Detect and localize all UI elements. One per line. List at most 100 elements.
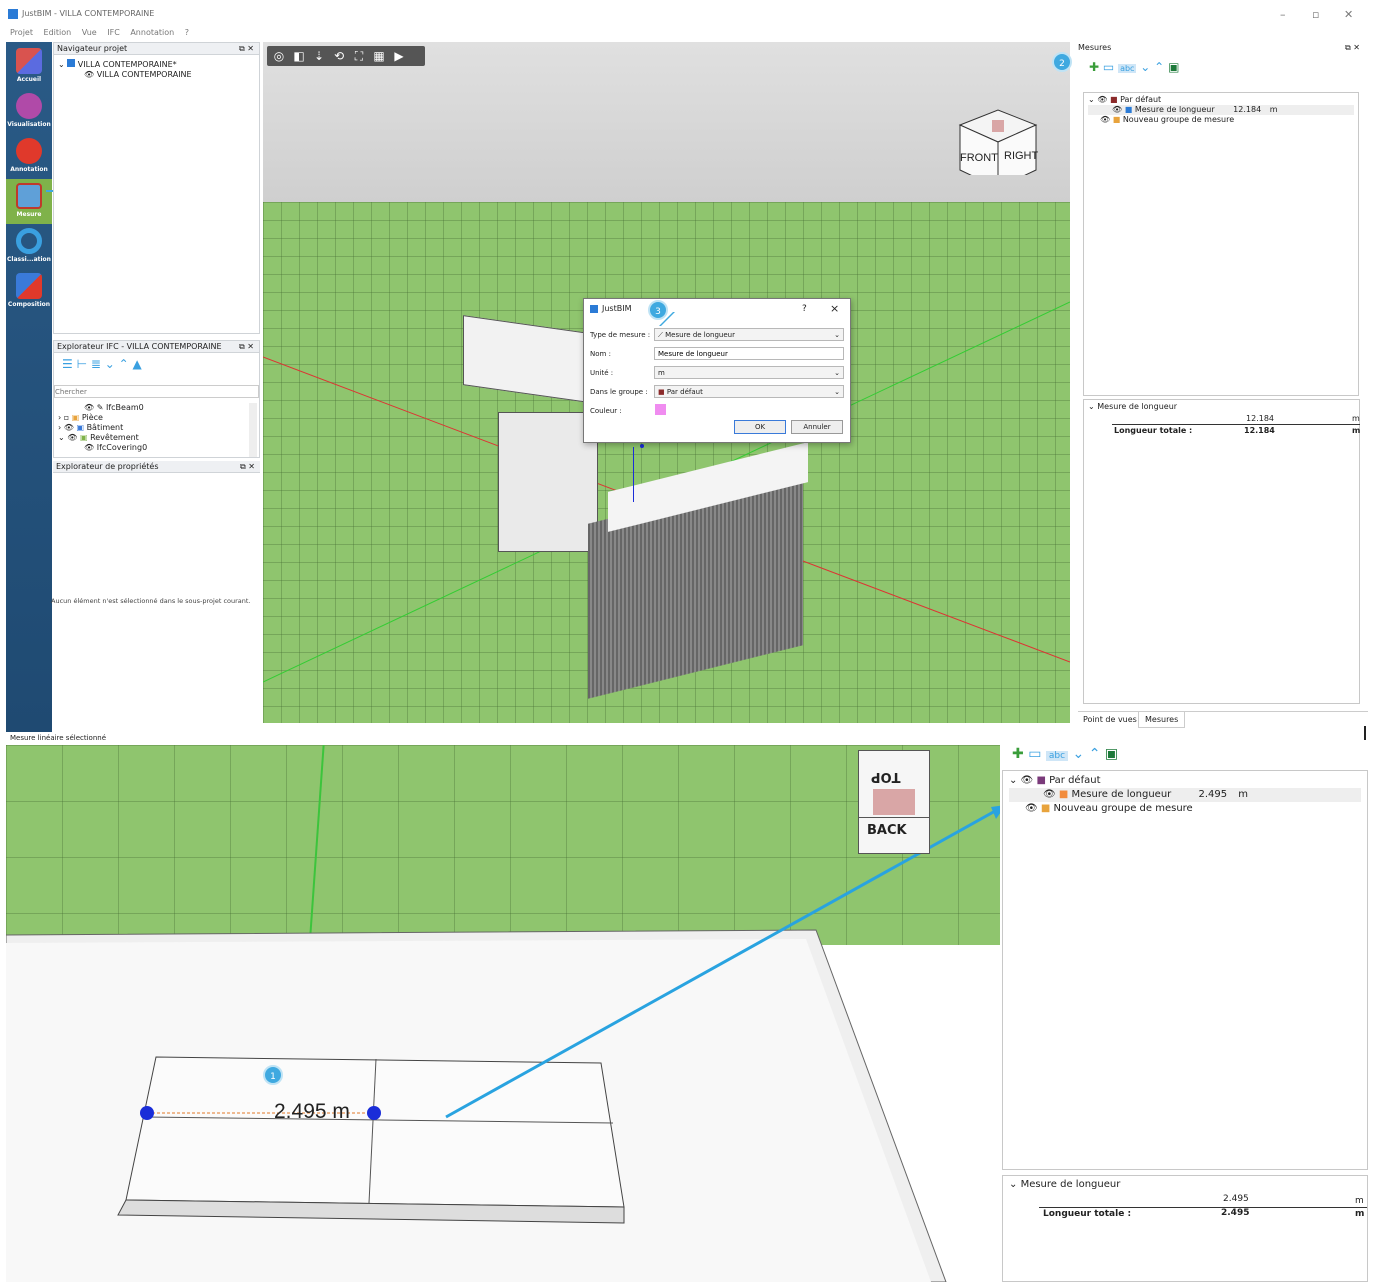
restore-icon[interactable]: ▫ xyxy=(1312,8,1319,21)
label-toggle-icon[interactable]: abc xyxy=(1118,64,1137,73)
cancel-button[interactable]: Annuler xyxy=(791,420,843,434)
ifc-search-input[interactable] xyxy=(54,385,259,398)
left-ribbon: Accueil Visualisation Annotation Mesure … xyxy=(6,42,52,732)
tree-item-group-default[interactable]: ⌄ 👁 ■ Par défaut xyxy=(1009,774,1361,788)
ribbon-annotation[interactable]: Annotation xyxy=(6,134,52,179)
panel-close-icon[interactable]: ⧉ ✕ xyxy=(240,461,255,473)
fit-icon[interactable]: ⛶ xyxy=(351,48,367,64)
tree-item[interactable]: ⌄ 👁 ▣ Revêtement xyxy=(58,433,248,443)
tree-item-group-default[interactable]: ⌄ 👁 ■ Par défaut xyxy=(1088,95,1354,105)
ribbon-label: Classi...ation xyxy=(7,256,51,263)
collapse-all-icon[interactable]: ⌃ xyxy=(1089,746,1101,762)
scrollbar[interactable] xyxy=(249,403,257,457)
measure-dialog: JustBIM ? × Type de mesure : ⟋ Mesure de… xyxy=(583,298,851,443)
total-value: 2.495 xyxy=(1221,1208,1250,1218)
viewcube[interactable]: FRONT RIGHT xyxy=(958,80,1038,189)
dialog-close-button[interactable]: × xyxy=(830,299,839,319)
tree-item-group-new[interactable]: 👁 ■ Nouveau groupe de mesure xyxy=(1009,802,1361,816)
ifc-tree: 👁 ✎ IfcBeam0 › ▫ ▣ Pièce › 👁 ▣ Bâtiment … xyxy=(58,403,248,453)
subproject-name: VILLA CONTEMPORAINE xyxy=(96,70,192,79)
tree-item[interactable]: 👁 ✎ IfcBeam0 xyxy=(58,403,248,413)
type-select[interactable]: ⟋ Mesure de longueur ⌄ xyxy=(654,328,844,341)
viewcube-bottom[interactable]: TOP BACK xyxy=(858,750,930,854)
camera-icon[interactable]: ◎ xyxy=(271,48,287,64)
expand-all-icon[interactable]: ⌄ xyxy=(1073,746,1085,762)
ifc-explorer-panel: Explorateur IFC - VILLA CONTEMPORAINE ⧉ ✕… xyxy=(53,340,260,458)
detail-header[interactable]: ⌄ Mesure de longueur xyxy=(1003,1176,1367,1193)
menu-annotation[interactable]: Annotation xyxy=(130,28,174,37)
add-measure-icon[interactable]: ✚ xyxy=(1089,60,1099,74)
panel-close-icon[interactable]: ⧉ ✕ xyxy=(239,43,254,55)
exit-icon[interactable]: ▶ xyxy=(391,48,407,64)
section-icon[interactable]: ▦ xyxy=(371,48,387,64)
group-label: Dans le groupe : xyxy=(590,388,648,396)
group-select[interactable]: ■ Par défaut ⌄ xyxy=(654,385,844,398)
measure-unit: m xyxy=(1269,105,1278,114)
panel-close-icon[interactable]: ⧉ ✕ xyxy=(239,341,254,353)
tree-item[interactable]: 👁 IfcCovering0 xyxy=(58,443,248,453)
tree-item-measure[interactable]: 👁 ■ Mesure de longueur 12.184 m xyxy=(1088,105,1354,115)
walk-icon[interactable]: ⇣ xyxy=(311,48,327,64)
ribbon-label: Visualisation xyxy=(7,121,51,128)
measure-name: Mesure de longueur xyxy=(1071,789,1172,800)
collapse-all-icon[interactable]: ⌃ xyxy=(1154,60,1164,74)
panel-title: Explorateur IFC - VILLA CONTEMPORAINE ⧉ ✕ xyxy=(54,341,259,353)
up-icon[interactable]: ▲ xyxy=(133,357,142,371)
viewport-bottom[interactable]: 2.495 m 1 TOP BACK xyxy=(6,745,1000,1282)
tree-item-project[interactable]: ⌄ VILLA CONTEMPORAINE* xyxy=(58,59,259,70)
list-icon[interactable]: ≣ xyxy=(91,357,101,371)
tree-item-subproject[interactable]: 👁 VILLA CONTEMPORAINE xyxy=(58,70,259,80)
add-group-icon[interactable]: ▭ xyxy=(1103,60,1114,74)
menu-help[interactable]: ? xyxy=(185,28,189,37)
tree-item[interactable]: › 👁 ▣ Bâtiment xyxy=(58,423,248,433)
expand-all-icon[interactable]: ⌄ xyxy=(105,357,115,371)
add-measure-icon[interactable]: ✚ xyxy=(1012,746,1024,762)
roof-surface xyxy=(6,805,1000,1282)
window-title: JustBIM - VILLA CONTEMPORAINE xyxy=(22,9,155,18)
ok-button[interactable]: OK xyxy=(734,420,786,434)
orbit-icon[interactable]: ⟲ xyxy=(331,48,347,64)
menu-projet[interactable]: Projet xyxy=(10,28,33,37)
tree-item-label: IfcBeam0 xyxy=(105,403,144,412)
color-swatch[interactable] xyxy=(655,404,666,415)
detail-header[interactable]: ⌄ Mesure de longueur xyxy=(1084,400,1359,413)
ribbon-composition[interactable]: Composition xyxy=(6,269,52,314)
collapse-all-icon[interactable]: ⌃ xyxy=(119,357,129,371)
total-unit: m xyxy=(1355,1209,1365,1219)
menu-ifc[interactable]: IFC xyxy=(107,28,120,37)
label-toggle-icon[interactable]: abc xyxy=(1045,751,1069,761)
group-name: Nouveau groupe de mesure xyxy=(1122,115,1235,124)
detail-title: Mesure de longueur xyxy=(1097,402,1178,411)
tree-item-measure[interactable]: 👁 ■ Mesure de longueur 2.495 m xyxy=(1009,788,1361,802)
unit-select[interactable]: m ⌄ xyxy=(654,366,844,379)
dialog-help-button[interactable]: ? xyxy=(802,299,807,319)
name-input[interactable] xyxy=(654,347,844,360)
ribbon-mesure[interactable]: Mesure xyxy=(6,179,52,224)
menu-edition[interactable]: Edition xyxy=(44,28,72,37)
tab-point-de-vues[interactable]: Point de vues xyxy=(1083,715,1137,724)
project-name: VILLA CONTEMPORAINE* xyxy=(77,60,177,69)
hierarchy-icon[interactable]: ⊢ xyxy=(77,357,87,371)
excel-export-icon[interactable]: ▣ xyxy=(1105,746,1118,762)
ribbon-visualisation[interactable]: Visualisation xyxy=(6,89,52,134)
name-label: Nom : xyxy=(590,350,611,358)
tree-item-group-new[interactable]: 👁 ■ Nouveau groupe de mesure xyxy=(1088,115,1354,125)
menu-vue[interactable]: Vue xyxy=(82,28,97,37)
expand-all-icon[interactable]: ⌄ xyxy=(1140,60,1150,74)
divider xyxy=(859,817,929,818)
ribbon-classification[interactable]: Classi...ation xyxy=(6,224,52,269)
measure-value: 12.184 xyxy=(1233,105,1262,114)
close-icon[interactable]: ✕ xyxy=(1344,8,1353,21)
properties-panel: Explorateur de propriétés ⧉ ✕ Aucun éléme… xyxy=(51,461,260,732)
panel-close-icon[interactable]: ⧉ ✕ xyxy=(1345,42,1360,54)
tree-item[interactable]: › ▫ ▣ Pièce xyxy=(58,413,248,423)
tree-item-label: Bâtiment xyxy=(86,423,124,432)
tab-mesures[interactable]: Mesures xyxy=(1138,712,1186,728)
tree-item-label: Pièce xyxy=(81,413,103,422)
add-group-icon[interactable]: ▭ xyxy=(1028,746,1041,762)
minimize-icon[interactable]: – xyxy=(1280,8,1286,21)
excel-export-icon[interactable]: ▣ xyxy=(1168,60,1179,74)
ribbon-accueil[interactable]: Accueil xyxy=(6,44,52,89)
cube-icon[interactable]: ◧ xyxy=(291,48,307,64)
tree-view-icon[interactable]: ☰ xyxy=(62,357,73,371)
